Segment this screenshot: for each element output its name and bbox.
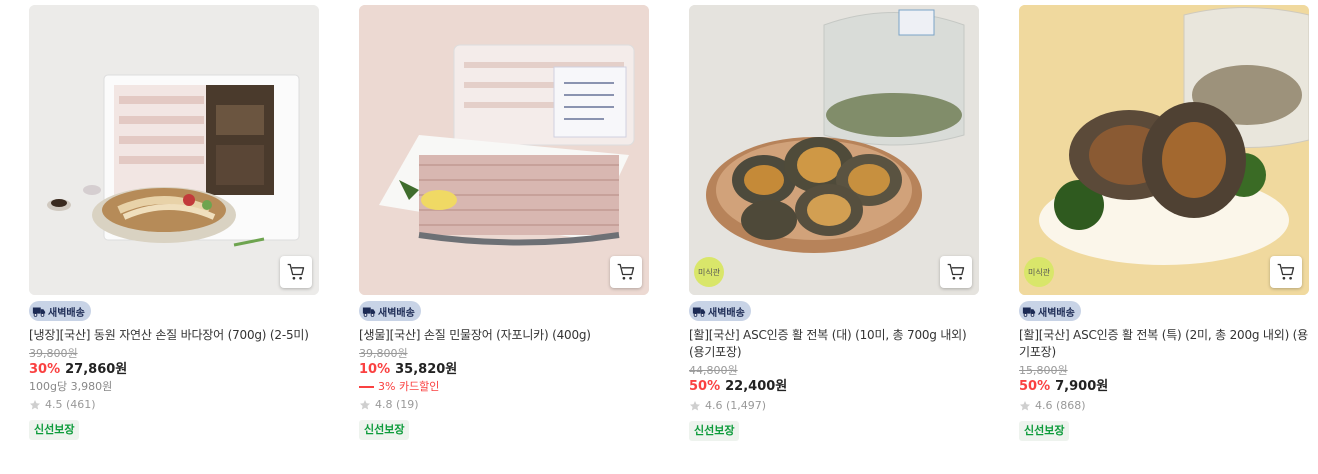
product-image[interactable]: 미식관 xyxy=(689,5,979,295)
delivery-badge-label: 새벽배송 xyxy=(1038,307,1075,319)
abalone-plate-illustration xyxy=(689,5,979,295)
freshwater-eel-illustration xyxy=(359,5,649,295)
fresh-guarantee-badge: 신선보장 xyxy=(1019,421,1070,441)
product-card[interactable]: 새벽배송 [냉장][국산] 동원 자연산 손질 바다장어 (700g) (2-5… xyxy=(29,5,319,440)
original-price: 39,800원 xyxy=(359,347,408,360)
add-to-cart-button[interactable] xyxy=(940,256,972,288)
original-price: 44,800원 xyxy=(689,364,738,377)
product-image[interactable] xyxy=(359,5,649,295)
unit-price: 100g당 3,980원 xyxy=(29,380,113,393)
star-icon xyxy=(690,401,700,411)
product-title[interactable]: [냉장][국산] 동원 자연산 손질 바다장어 (700g) (2-5미) xyxy=(29,327,319,344)
truck-icon xyxy=(362,307,376,317)
delivery-badge: 새벽배송 xyxy=(1019,301,1081,321)
review-count: (19) xyxy=(396,398,419,411)
delivery-badge: 새벽배송 xyxy=(359,301,421,321)
product-image[interactable]: 미식관 xyxy=(1019,5,1309,295)
original-price: 15,800원 xyxy=(1019,364,1068,377)
rating-score: 4.8 xyxy=(375,398,393,411)
card-discount-marker xyxy=(359,386,374,388)
rating-score: 4.6 xyxy=(1035,399,1053,412)
fresh-guarantee-badge: 신선보장 xyxy=(689,421,740,441)
truck-icon xyxy=(692,307,706,317)
price-row: 10% 35,820원 xyxy=(359,361,649,379)
fresh-guarantee-badge: 신선보장 xyxy=(359,420,410,440)
cart-icon xyxy=(1277,263,1295,280)
truck-icon xyxy=(1022,307,1036,317)
rating-score: 4.6 xyxy=(705,399,723,412)
product-title[interactable]: [활][국산] ASC인증 활 전복 (특) (2미, 총 200g 내외) (… xyxy=(1019,327,1309,361)
discount-rate: 30% xyxy=(29,362,61,377)
rating: 4.6 (868) xyxy=(1019,398,1309,414)
sale-price: 27,860원 xyxy=(65,362,128,377)
discount-rate: 10% xyxy=(359,362,391,377)
product-title[interactable]: [생물][국산] 손질 민물장어 (자포니카) (400g) xyxy=(359,327,649,344)
price-row: 50% 7,900원 xyxy=(1019,378,1309,396)
truck-icon xyxy=(32,307,46,317)
rating: 4.6 (1,497) xyxy=(689,398,979,414)
fresh-guarantee-badge: 신선보장 xyxy=(29,420,80,440)
price-row: 30% 27,860원 xyxy=(29,361,319,379)
original-price: 39,800원 xyxy=(29,347,78,360)
product-image[interactable] xyxy=(29,5,319,295)
add-to-cart-button[interactable] xyxy=(610,256,642,288)
rating-score: 4.5 xyxy=(45,398,63,411)
sale-price: 22,400원 xyxy=(725,379,788,394)
rating: 4.5 (461) xyxy=(29,397,319,413)
product-card[interactable]: 새벽배송 [생물][국산] 손질 민물장어 (자포니카) (400g) 39,8… xyxy=(359,5,649,440)
product-card[interactable]: 미식관 새벽배송 [활][국산] ASC인증 활 전복 (특) (2미, 총 2… xyxy=(1019,5,1309,441)
cart-icon xyxy=(617,263,635,280)
abalone-special-illustration xyxy=(1019,5,1309,295)
delivery-badge-label: 새벽배송 xyxy=(708,307,745,319)
delivery-badge: 새벽배송 xyxy=(29,301,91,321)
star-icon xyxy=(30,400,40,410)
card-discount: 3% 카드할인 xyxy=(359,379,649,395)
sale-price: 35,820원 xyxy=(395,362,458,377)
card-discount-label: 3% 카드할인 xyxy=(378,380,440,393)
delivery-badge-label: 새벽배송 xyxy=(378,307,415,319)
delivery-badge-label: 새벽배송 xyxy=(48,307,85,319)
star-icon xyxy=(1020,401,1030,411)
discount-rate: 50% xyxy=(689,379,721,394)
add-to-cart-button[interactable] xyxy=(1270,256,1302,288)
product-title[interactable]: [활][국산] ASC인증 활 전복 (대) (10미, 총 700g 내외) … xyxy=(689,327,979,361)
add-to-cart-button[interactable] xyxy=(280,256,312,288)
gourmet-badge: 미식관 xyxy=(1024,257,1054,287)
sale-price: 7,900원 xyxy=(1055,379,1109,394)
price-row: 50% 22,400원 xyxy=(689,378,979,396)
review-count: (461) xyxy=(66,398,96,411)
cart-icon xyxy=(947,263,965,280)
eel-package-illustration xyxy=(29,5,319,295)
gourmet-badge: 미식관 xyxy=(694,257,724,287)
discount-rate: 50% xyxy=(1019,379,1051,394)
product-card[interactable]: 미식관 새벽배송 [활][국산] ASC인증 활 전복 (대) (10미, 총 … xyxy=(689,5,979,441)
star-icon xyxy=(360,400,370,410)
delivery-badge: 새벽배송 xyxy=(689,301,751,321)
review-count: (1,497) xyxy=(726,399,767,412)
cart-icon xyxy=(287,263,305,280)
review-count: (868) xyxy=(1056,399,1086,412)
rating: 4.8 (19) xyxy=(359,397,649,413)
